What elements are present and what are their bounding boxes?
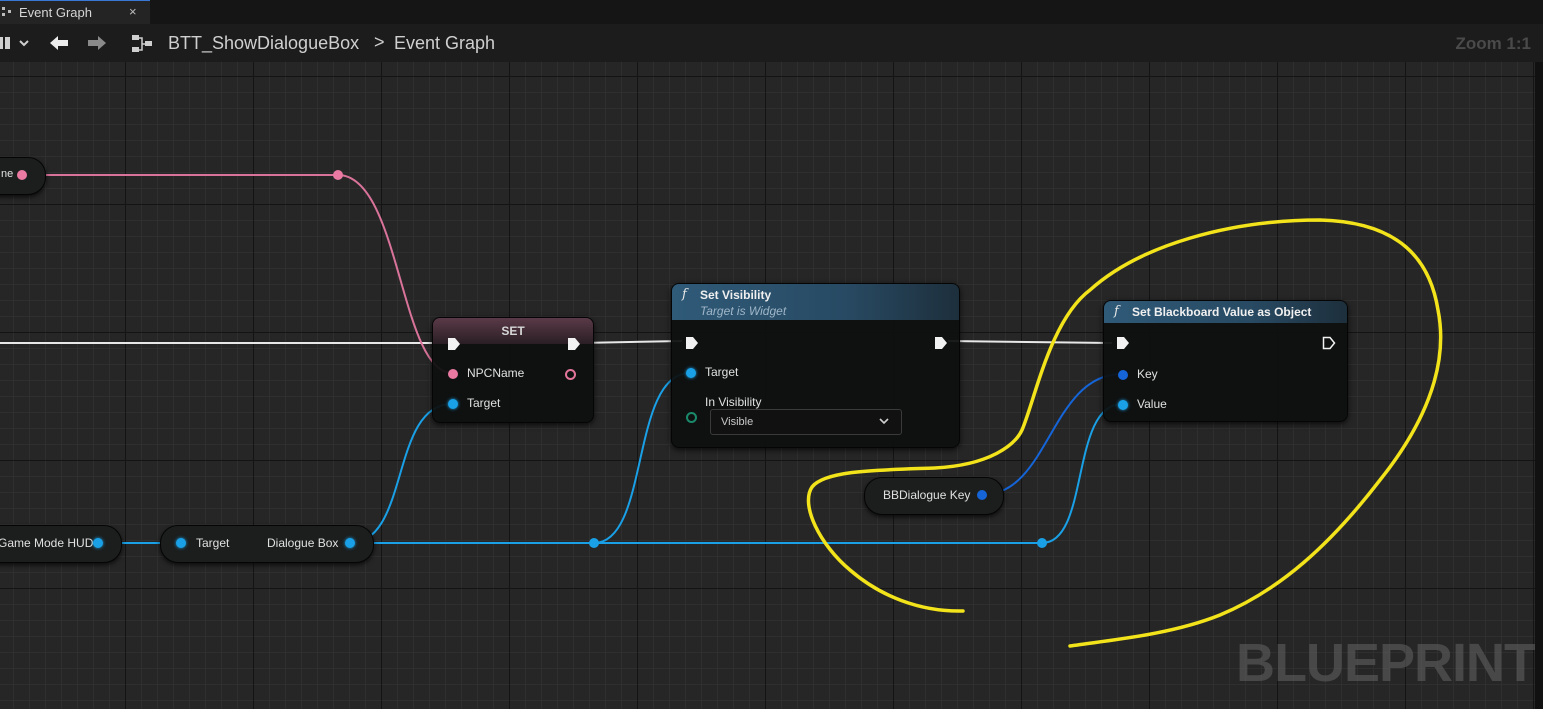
graph-canvas[interactable]: ne Game Mode HUD Target Dialogue Box SET… <box>0 62 1535 709</box>
arrow-right-icon[interactable] <box>86 34 108 57</box>
graph-icon <box>131 34 153 54</box>
graph-toolbar: BTT_ShowDialogueBox > Event Graph Zoom 1… <box>0 24 1543 62</box>
tab-bar: Event Graph × <box>0 0 1543 24</box>
tab-event-graph[interactable]: Event Graph × <box>0 0 150 24</box>
annotation-scribble <box>806 218 1443 648</box>
breadcrumb-separator: > <box>374 32 385 52</box>
graph-icon <box>2 7 12 17</box>
annotation-layer <box>806 218 1443 648</box>
close-icon[interactable]: × <box>129 4 137 19</box>
blueprint-watermark: BLUEPRINT <box>1236 633 1535 693</box>
arrow-left-icon[interactable] <box>48 34 70 57</box>
tab-label: Event Graph <box>19 5 92 20</box>
scrollbar[interactable] <box>1535 62 1543 709</box>
zoom-level: Zoom 1:1 <box>1455 34 1531 53</box>
breadcrumb-asset[interactable]: BTT_ShowDialogueBox <box>168 33 359 54</box>
breadcrumb-graph[interactable]: Event Graph <box>394 33 495 54</box>
bookmark-menu-button[interactable] <box>0 35 32 56</box>
